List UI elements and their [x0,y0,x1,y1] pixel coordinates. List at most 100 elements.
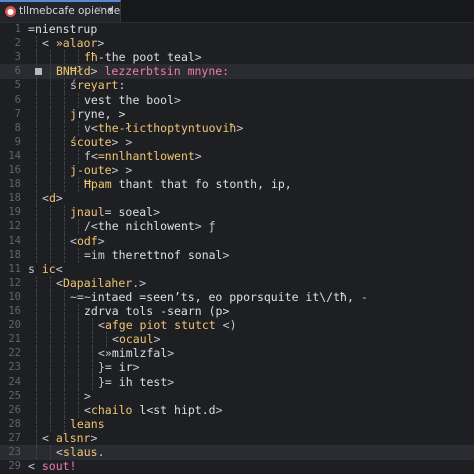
close-icon[interactable]: × [95,5,103,15]
code-token: zdrva tols -searn (p> [84,304,230,318]
code-line[interactable]: 14 <odf> [0,233,474,249]
code-line[interactable]: 7 jryne, > [0,106,474,122]
indent-guide [36,275,37,291]
line-number: 7 [14,107,21,120]
indent-guide [36,191,37,207]
line-number: 12 [8,276,21,289]
code-token: leans [70,416,105,431]
indent-guide [50,289,51,305]
line-number: 10 [8,290,21,303]
code-token: }= [98,360,119,375]
indent-guide [50,388,51,404]
code-line[interactable]: 19 jnaul= soeal> [0,205,474,221]
indent-guide [78,388,79,404]
code-token: > [215,402,223,417]
indent-guide [50,219,51,235]
code-text: s ic< [28,262,63,277]
code-line[interactable]: 2 < »alaor> [0,36,474,52]
code-line[interactable]: 1 =nienstrup [0,22,474,37]
indent-guide [78,360,79,376]
line-number: 11 [8,262,21,275]
code-line[interactable]: 29 < sout! [0,459,474,474]
code-line[interactable]: 18 =im therettnof sonal> [0,247,474,263]
indent-guide [78,219,79,235]
code-token: sout! [41,459,77,474]
code-token: ~=~ [70,289,91,304]
code-line[interactable]: 16 j-oute> > [0,163,474,178]
code-line[interactable]: 20 <afge piot stutct <) [0,318,474,334]
indent-guide [78,247,79,263]
indent-guide [92,374,93,390]
code-line[interactable]: 18 Ħpam thant that fo stonth, ip, [0,177,474,193]
code-token: lezzerbtsin mnyne: [104,64,230,79]
code-token: s [28,261,42,276]
code-token: intaed =seen’ts, eo pporsquite it\/tħ, [90,289,354,304]
editor-area[interactable]: 1 =nienstrup 2 < »alaor> 3 fħ-the poot teal> 6… [0,22,474,474]
line-number: 23 [8,446,21,458]
code-line[interactable]: 14 f<=nnlhantlowent> [0,148,474,164]
code-line[interactable]: 23 <slaus. [0,445,474,460]
code-line[interactable]: 3 fħ-the poot teal> [0,50,474,66]
indent-guide [36,430,37,446]
code-text: fħ-the poot teal> [84,50,202,65]
code-token: > [90,430,98,445]
code-token: : [118,78,126,93]
line-number: 19 [8,206,21,219]
code-line[interactable]: 11 s ic< [0,262,474,277]
indent-guide [78,346,79,362]
line-number: 28 [8,417,21,430]
indent-guide [50,92,51,108]
code-line[interactable]: 6 BNĦłd> lezzerbtsin mnyne: [0,64,474,80]
code-line[interactable]: 28 leans [0,416,474,432]
code-line[interactable]: 10 ~=~intaed =seen’ts, eo pporsquite it\/… [0,289,474,305]
code-line[interactable]: 5 śreyart: [0,78,474,94]
code-token: ic [41,261,56,276]
line-number: 14 [8,234,21,247]
code-text: > [84,389,91,404]
code-line[interactable]: 27 < alsnr> [0,430,474,446]
code-line[interactable]: 26 <chailo l<st hipt.d> [0,402,474,418]
code-text: ~=~intaed =seen’ts, eo pporsquite it\/tħ… [70,290,368,305]
code-line[interactable]: 22 <»mimlzfal> [0,346,474,362]
code-line[interactable]: 18 <d> [0,191,474,207]
code-line[interactable]: 9 ścoute> > [0,134,474,150]
code-token: reyart [76,78,119,93]
line-number: 8 [14,121,21,134]
code-text: f<=nnlhantlowent> [84,149,202,164]
tab-active-file[interactable]: ● tllmebcafe opiende × ▾ [0,0,121,22]
code-text: Ħpam thant that fo stonth, ip, [84,177,292,192]
code-token: = [28,22,35,36]
indent-guide [50,163,51,178]
indent-guide [92,360,93,376]
chevron-down-icon[interactable]: ▾ [108,5,113,16]
code-line[interactable]: 21 <ocaul> [0,332,474,348]
code-token: oute [83,163,112,177]
indent-guide [36,163,37,178]
code-token: <) [215,318,237,333]
code-line[interactable]: 25 > [0,388,474,404]
code-line[interactable]: 6 vest the bool> [0,92,474,108]
code-text: <slaus. [56,445,105,460]
code-token: > [222,247,230,262]
code-line[interactable]: 12 <Dapailaher.> [0,275,474,291]
indent-guide [36,120,37,136]
code-token: Ħpam [84,177,112,192]
line-number: 21 [8,333,21,346]
indent-guide [36,445,37,460]
code-token: > [132,360,140,375]
code-line[interactable]: 23}= ir> [0,360,474,376]
line-number: 16 [8,305,21,317]
code-token: < [70,233,77,248]
code-token: > [84,388,91,403]
indent-guide [36,177,37,193]
code-token: =nnlhantlowent [97,148,195,163]
breakpoint-marker-icon[interactable] [35,68,42,76]
code-token: < [42,36,56,51]
code-line[interactable]: 12 /<the nichlowent> ƒ [0,219,474,235]
indent-guide [36,402,37,418]
code-line[interactable]: 24}= ih test> [0,374,474,390]
code-line[interactable]: 8 v<the-łicthoptyntuoviħ> [0,120,474,136]
line-number: 22 [8,347,21,360]
code-text: śreyart: [70,78,125,93]
code-line[interactable]: 16 zdrva tols -searn (p> [0,304,474,319]
